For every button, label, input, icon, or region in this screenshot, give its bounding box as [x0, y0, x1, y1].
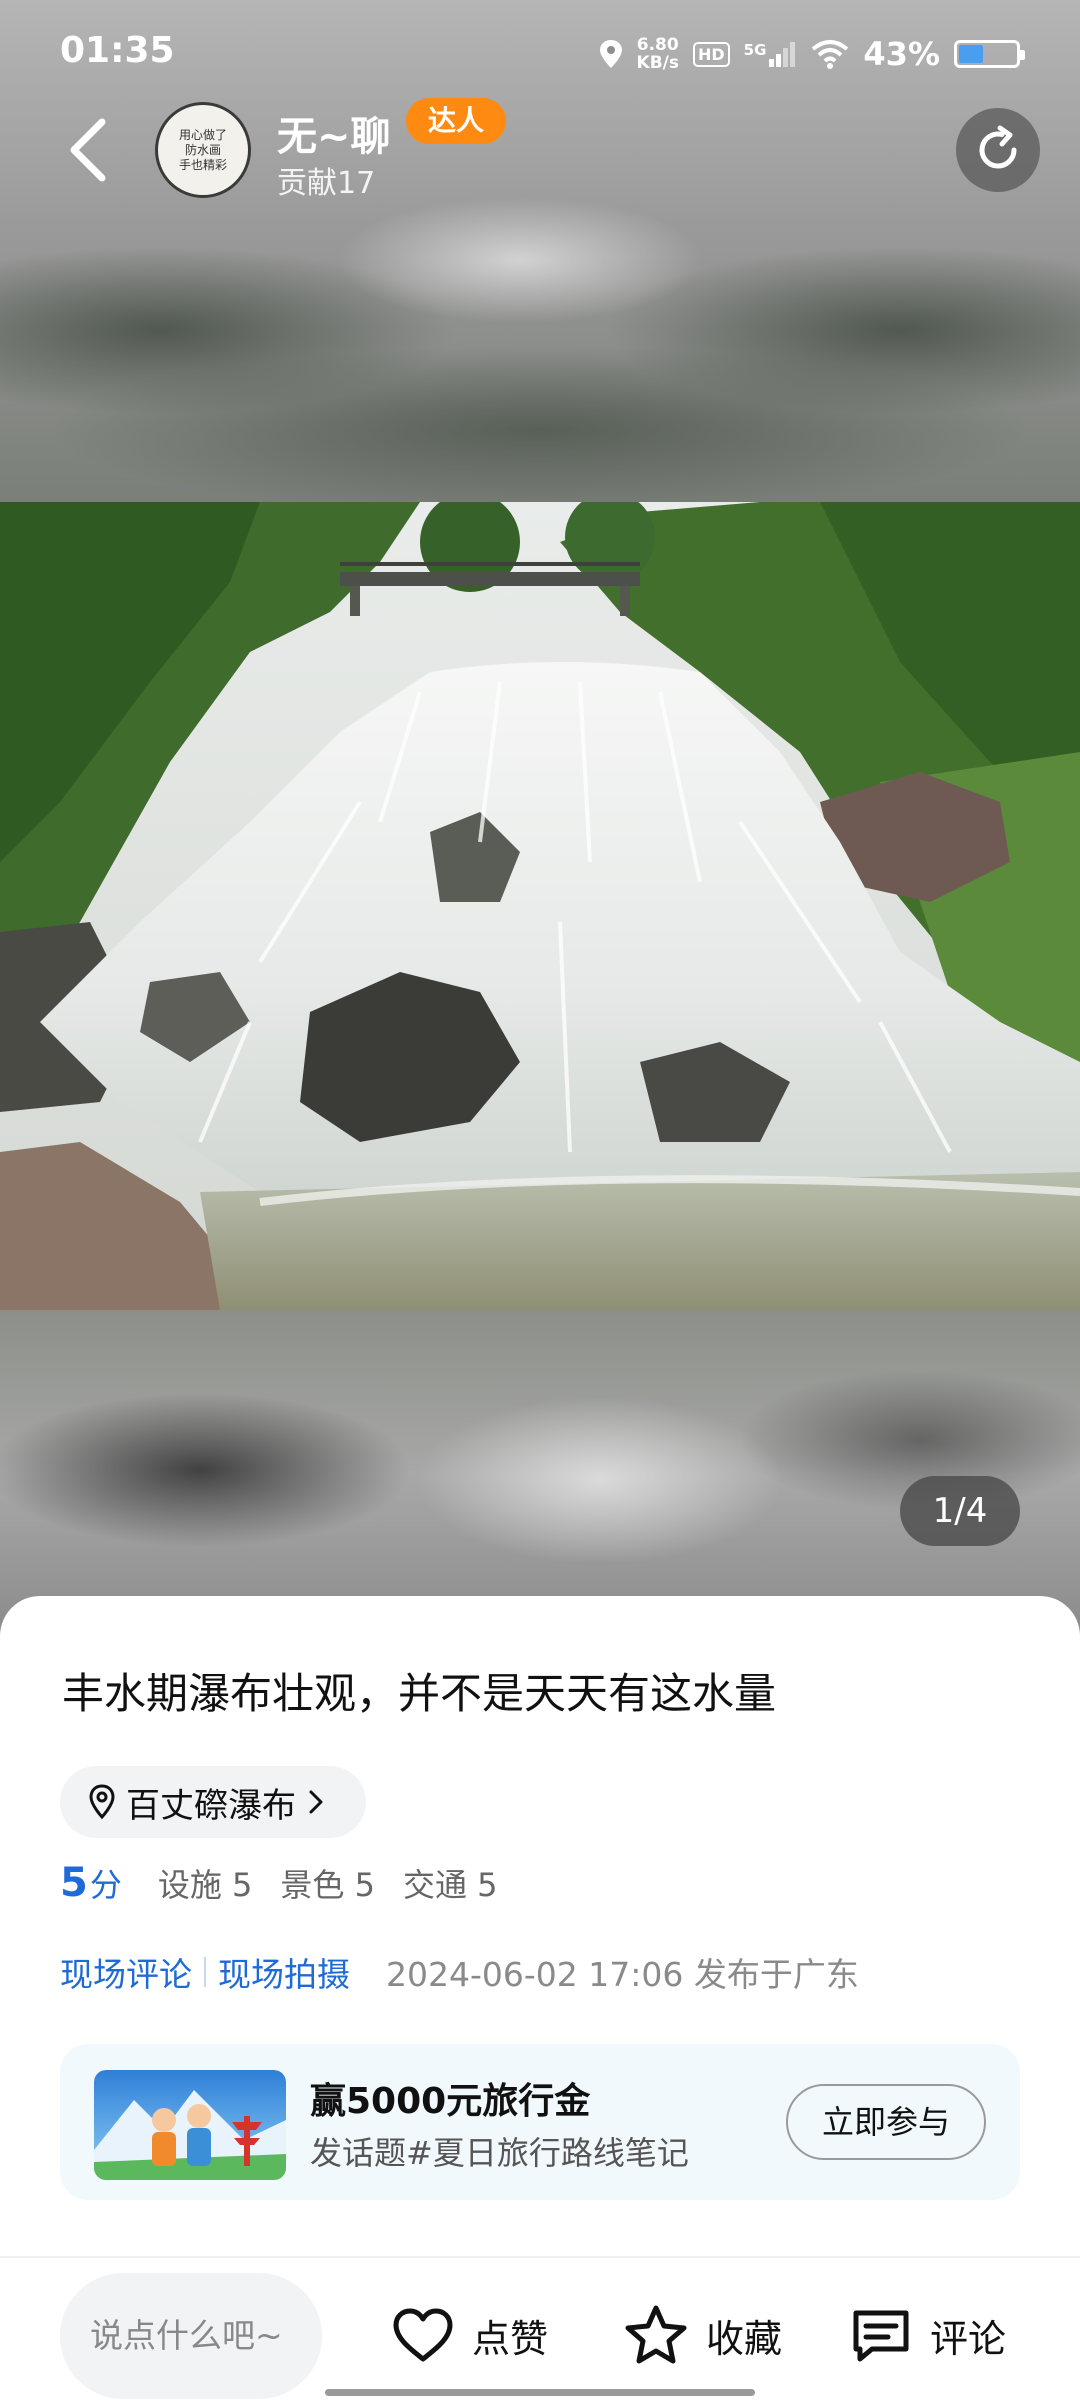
- cellular-signal-icon: [769, 42, 796, 67]
- status-bar: 01:35 6.80 KB/s HD 5G 43%: [0, 0, 1080, 105]
- post-title: 丰水期瀑布壮观，并不是天天有这水量: [62, 1669, 777, 1718]
- location-icon: [599, 40, 622, 68]
- location-chip[interactable]: 百丈磜瀑布: [60, 1766, 366, 1838]
- score-unit: 分: [89, 1866, 122, 1904]
- tag-live-review[interactable]: 现场评论: [60, 1948, 192, 1996]
- like-button[interactable]: 点赞: [392, 2290, 548, 2380]
- promo-subtitle: 发话题#夏日旅行路线笔记: [310, 2134, 689, 2172]
- back-button[interactable]: [58, 110, 128, 190]
- comment-icon: [853, 2310, 909, 2362]
- tag-divider: [204, 1957, 206, 1987]
- star-icon: [625, 2305, 687, 2364]
- favorite-button[interactable]: 收藏: [624, 2290, 782, 2380]
- tag-live-photo[interactable]: 现场拍摄: [218, 1948, 350, 1996]
- avatar-text-line: 用心做了: [178, 127, 227, 142]
- status-time: 01:35: [60, 30, 175, 71]
- battery-percent: 43%: [863, 35, 940, 73]
- sub-score-scenery: 景色 5: [280, 1866, 375, 1904]
- like-label: 点赞: [472, 2316, 549, 2361]
- bottom-bar-divider: [0, 2256, 1080, 2258]
- sub-score-transport: 交通 5: [402, 1866, 498, 1904]
- network-speed: 6.80 KB/s: [637, 36, 679, 72]
- expert-badge: 达人: [406, 98, 507, 144]
- wifi-icon: [812, 40, 849, 69]
- network-speed-value: 6.80: [636, 35, 679, 55]
- battery-fill: [959, 45, 984, 63]
- publish-info: 2024-06-02 17:06 发布于广东: [386, 1955, 859, 1994]
- comment-button[interactable]: 评论: [850, 2290, 1006, 2380]
- location-pin-icon: [89, 1784, 115, 1820]
- chevron-right-icon: [309, 1790, 323, 1814]
- signal-label: 5G: [743, 41, 767, 59]
- favorite-label: 收藏: [706, 2316, 783, 2361]
- avatar-text-line: 防水画: [184, 142, 221, 157]
- comment-label: 评论: [930, 2316, 1007, 2361]
- heart-icon: [393, 2308, 453, 2362]
- location-name: 百丈磜瀑布: [126, 1785, 296, 1826]
- sub-score-facilities: 设施 5: [157, 1866, 253, 1904]
- post-meta-row: 现场评论 现场拍摄 2024-06-02 17:06 发布于广东: [60, 1948, 859, 1996]
- network-speed-unit: KB/s: [636, 53, 679, 73]
- avatar-text-line: 手也精彩: [178, 157, 227, 172]
- promo-card[interactable]: 赢5000元旅行金 发话题#夏日旅行路线笔记 立即参与: [60, 2044, 1020, 2200]
- battery-icon: [954, 40, 1025, 68]
- hd-icon: HD: [692, 41, 730, 67]
- comment-input[interactable]: 说点什么吧~: [60, 2273, 322, 2399]
- share-button[interactable]: [956, 108, 1040, 192]
- signal-indicator: 5G: [744, 41, 798, 67]
- share-icon: [979, 125, 1017, 169]
- promo-illustration: [94, 2070, 286, 2180]
- blurred-background-bottom: [0, 1310, 1080, 1640]
- overall-score: 5: [60, 1860, 88, 1906]
- contribution-count: 贡献17: [277, 166, 376, 201]
- rating-row: 5 分 设施 5 景色 5 交通 5: [60, 1860, 526, 1906]
- waterfall-photo[interactable]: [0, 502, 1080, 1310]
- join-now-button[interactable]: 立即参与: [786, 2084, 986, 2160]
- photo-gallery[interactable]: [0, 0, 1080, 1640]
- avatar[interactable]: 用心做了 防水画 手也精彩: [155, 102, 251, 198]
- chevron-left-icon: [70, 118, 106, 182]
- home-indicator[interactable]: [325, 2389, 755, 2396]
- page-indicator: 1/4: [900, 1476, 1020, 1546]
- status-icons: 6.80 KB/s HD 5G 43%: [599, 32, 1025, 76]
- user-name[interactable]: 无~聊: [277, 104, 391, 162]
- promo-title: 赢5000元旅行金: [310, 2081, 591, 2122]
